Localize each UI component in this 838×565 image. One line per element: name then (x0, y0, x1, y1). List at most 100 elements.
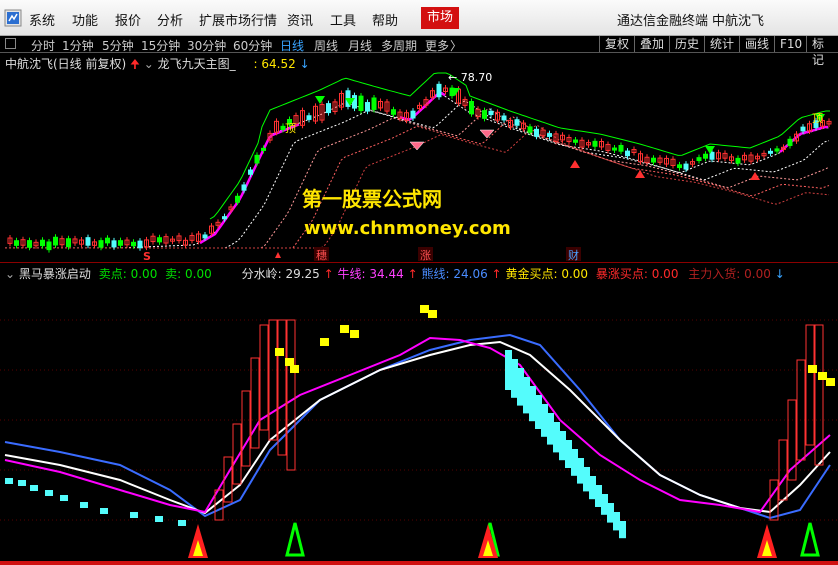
candle-body (735, 157, 741, 164)
gold-label: 黄金买点: (505, 267, 558, 281)
btn-mark[interactable]: 标记 (806, 36, 838, 67)
signal-s-label: S (143, 250, 151, 262)
sub-indicator-name[interactable]: 黑马暴涨启动 (19, 267, 91, 281)
sub-indicator-chart (0, 305, 838, 565)
bar-cyan (5, 478, 13, 484)
candle-body (46, 241, 52, 251)
bar-cyan (511, 359, 518, 398)
period-monthly[interactable]: 月线 (348, 37, 372, 54)
candle-body (40, 239, 45, 247)
bar-cyan (565, 440, 572, 468)
top-label: 顶 (285, 122, 296, 135)
candle-body (53, 236, 58, 246)
menu-function[interactable]: 功能 (72, 10, 98, 29)
bar-yellow (818, 372, 827, 380)
bar-cyan (30, 485, 38, 491)
candle-body (800, 126, 806, 132)
bar-cyan (577, 458, 584, 484)
arrow-up-icon: ↑ (323, 267, 334, 281)
bar-yellow (340, 325, 349, 333)
menu-system[interactable]: 系统 (29, 10, 55, 29)
candle-body (410, 110, 416, 119)
bar-yellow (428, 310, 437, 318)
candle-body (482, 110, 487, 119)
period-daily[interactable]: 日线 (280, 37, 304, 54)
candle-body (248, 169, 253, 175)
btn-overlay[interactable]: 叠加 (634, 36, 669, 52)
sell-point-label: 卖点: (98, 267, 127, 281)
bar-cyan (589, 476, 596, 500)
fenshui-value: 29.25 (285, 267, 320, 281)
bar-yellow (290, 365, 299, 373)
toolbar-toggle-icon[interactable] (5, 38, 16, 49)
candle-body (703, 153, 708, 159)
candle-body (14, 240, 19, 246)
bar-cyan (601, 494, 608, 515)
candle-body (534, 128, 539, 137)
period-15min[interactable]: 15分钟 (141, 37, 180, 54)
period-60min[interactable]: 60分钟 (233, 37, 272, 54)
candle-body (683, 163, 689, 170)
bar-cyan (517, 368, 524, 406)
period-more[interactable]: 更多 (425, 37, 449, 54)
chevron-right-icon[interactable]: 〉 (450, 37, 462, 54)
candle-body (131, 241, 136, 247)
bar-cyan (80, 502, 88, 508)
candle-body (651, 157, 656, 163)
diamond-icon (409, 141, 425, 151)
period-tick[interactable]: 分时 (31, 37, 55, 54)
btn-adjust[interactable]: 复权 (599, 36, 634, 52)
menu-help[interactable]: 帮助 (372, 10, 398, 29)
bar-yellow (808, 365, 817, 373)
bar-cyan (595, 485, 602, 507)
tag-label-2: 涨 (420, 249, 431, 262)
period-multi[interactable]: 多周期 (381, 37, 417, 54)
tag-label-1: 穗 (316, 249, 327, 262)
bar-cyan (505, 350, 512, 390)
bar-cyan (559, 431, 566, 461)
period-5min[interactable]: 5分钟 (102, 37, 134, 54)
period-toolbar: 分时 1分钟 5分钟 15分钟 30分钟 60分钟 日线 周线 月线 多周期 更… (0, 36, 838, 67)
period-1min[interactable]: 1分钟 (62, 37, 94, 54)
sell-point-value: 0.00 (130, 267, 158, 281)
menu-analysis[interactable]: 分析 (157, 10, 183, 29)
candle-body (85, 237, 91, 246)
bar-yellow (275, 348, 284, 356)
bar-cyan (178, 520, 186, 526)
sub-indicator-dropdown-icon[interactable]: ⌄ (5, 267, 15, 281)
green-spike-icon (800, 522, 820, 557)
bull-line (4, 336, 831, 514)
menu-market[interactable]: 市场 (421, 7, 459, 29)
candle-body (157, 237, 162, 243)
bar-yellow (350, 330, 359, 338)
candle-body (235, 195, 240, 203)
candle-body (436, 83, 442, 98)
btn-stats[interactable]: 统计 (704, 36, 739, 52)
candle-body (618, 144, 624, 152)
signal-arrow-icon (315, 96, 325, 104)
period-30min[interactable]: 30分钟 (187, 37, 226, 54)
btn-draw[interactable]: 画线 (739, 36, 774, 52)
menu-quote[interactable]: 报价 (115, 10, 141, 29)
menu-extended-market[interactable]: 扩展市场行情 (199, 10, 277, 29)
candle-body (612, 147, 617, 151)
period-weekly[interactable]: 周线 (314, 37, 338, 54)
candle-body (527, 126, 533, 133)
niu-label: 牛线: (337, 267, 366, 281)
btn-f10[interactable]: F10 (774, 36, 807, 52)
candle-body (241, 184, 247, 191)
top-label-end: 顶 (812, 112, 823, 125)
bar-cyan (583, 467, 590, 492)
watermark-url: www.chnmoney.com (304, 218, 511, 239)
bar-cyan (541, 404, 548, 437)
candle-body (326, 103, 331, 114)
menu-news[interactable]: 资讯 (287, 10, 313, 29)
bear-line (4, 333, 831, 520)
candle-body (306, 115, 312, 120)
tag-label-3: 财 (568, 248, 579, 262)
candle-body (768, 150, 773, 154)
btn-history[interactable]: 历史 (669, 36, 704, 52)
menu-tools[interactable]: 工具 (330, 10, 356, 29)
bar-red (259, 324, 269, 431)
bar-cyan (607, 503, 614, 523)
